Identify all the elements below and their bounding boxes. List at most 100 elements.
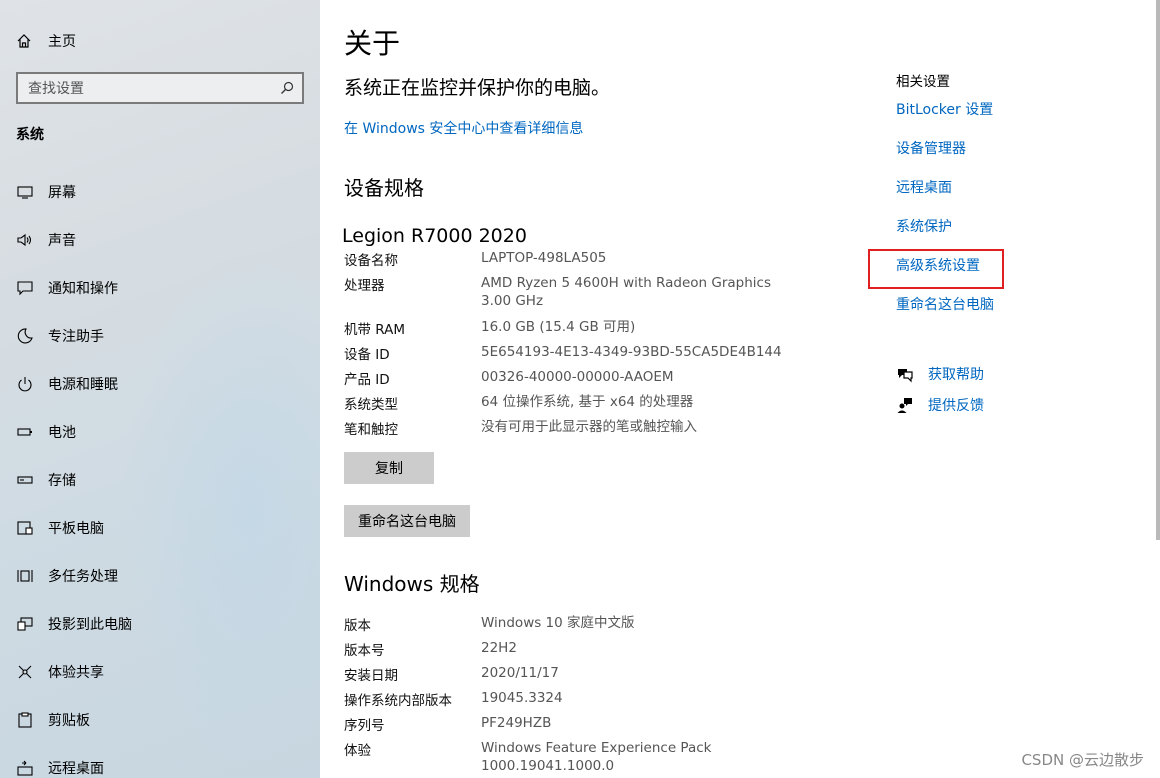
spec-key: 版本号 [344, 643, 385, 659]
sidebar-item-label: 多任务处理 [48, 569, 118, 585]
spec-key: 操作系统内部版本 [344, 693, 452, 709]
sidebar-item-power[interactable]: 电源和睡眠 [0, 360, 320, 408]
spec-value: PF249HZB [481, 715, 552, 731]
spec-value: LAPTOP-498LA505 [481, 250, 607, 266]
spec-value-line: 1000.19041.1000.0 [481, 758, 615, 774]
sidebar-item-label: 通知和操作 [48, 281, 118, 297]
spec-row: 安装日期 2020/11/17 [344, 664, 844, 689]
sidebar-section-title: 系统 [16, 127, 44, 143]
sidebar-item-label: 远程桌面 [48, 761, 104, 777]
spec-row: 序列号 PF249HZB [344, 714, 844, 739]
device-spec-table: 设备名称 LAPTOP-498LA505 处理器 AMD Ryzen 5 460… [344, 249, 844, 443]
feedback-link[interactable]: 提供反馈 [928, 395, 984, 415]
spec-row: 体验 Windows Feature Experience Pack 1000.… [344, 739, 844, 778]
sidebar-item-storage[interactable]: 存储 [0, 456, 320, 504]
spec-row: 版本号 22H2 [344, 639, 844, 664]
storage-icon [17, 476, 33, 484]
sidebar-item-focus-assist[interactable]: 专注助手 [0, 312, 320, 360]
moon-icon [17, 328, 33, 344]
notification-icon [17, 281, 33, 296]
spec-key: 序列号 [344, 718, 385, 734]
watermark: CSDN @云边散步 [1021, 751, 1144, 769]
scrollbar[interactable] [1156, 0, 1160, 540]
spec-value: 2020/11/17 [481, 665, 559, 681]
battery-icon [17, 428, 32, 436]
search-placeholder: 查找设置 [28, 81, 84, 97]
help-section: 获取帮助 提供反馈 [896, 358, 984, 420]
spec-key: 体验 [344, 743, 371, 759]
related-settings: 相关设置 BitLocker 设置 设备管理器 远程桌面 系统保护 高级系统设置… [896, 70, 994, 333]
clipboard-icon [18, 712, 32, 728]
sidebar-item-multitasking[interactable]: 多任务处理 [0, 552, 320, 600]
spec-row: 处理器 AMD Ryzen 5 4600H with Radeon Graphi… [344, 274, 844, 318]
spec-value: 00326-40000-00000-AAOEM [481, 369, 674, 385]
protection-status-text: 系统正在监控并保护你的电脑。 [344, 77, 611, 99]
sidebar-nav-list: 屏幕 声音 通知和操作 专注助手 电源和睡眠 电池 存储 平板电脑 多任务处理 … [0, 168, 320, 778]
get-help-link[interactable]: 获取帮助 [928, 364, 984, 384]
spec-row: 操作系统内部版本 19045.3324 [344, 689, 844, 714]
sidebar-item-label: 投影到此电脑 [48, 617, 132, 633]
rename-pc-button[interactable]: 重命名这台电脑 [344, 505, 470, 537]
device-model: Legion R7000 2020 [342, 225, 527, 247]
spec-row: 设备名称 LAPTOP-498LA505 [344, 249, 844, 274]
spec-row: 笔和触控 没有可用于此显示器的笔或触控输入 [344, 418, 844, 443]
spec-value: AMD Ryzen 5 4600H with Radeon Graphics 3… [481, 274, 771, 318]
sidebar-item-sound[interactable]: 声音 [0, 216, 320, 264]
sidebar-item-label: 屏幕 [48, 185, 76, 201]
spec-row: 系统类型 64 位操作系统, 基于 x64 的处理器 [344, 393, 844, 418]
windows-spec-heading: Windows 规格 [344, 572, 480, 596]
spec-key: 设备 ID [344, 347, 390, 363]
remote-desktop-link[interactable]: 远程桌面 [896, 177, 994, 216]
sidebar-item-project[interactable]: 投影到此电脑 [0, 600, 320, 648]
bitlocker-settings-link[interactable]: BitLocker 设置 [896, 99, 994, 138]
spec-row: 设备 ID 5E654193-4E13-4349-93BD-55CA5DE4B1… [344, 343, 844, 368]
sidebar-item-notifications[interactable]: 通知和操作 [0, 264, 320, 312]
speaker-icon [17, 233, 32, 247]
spec-key: 系统类型 [344, 397, 398, 413]
windows-spec-table: 版本 Windows 10 家庭中文版 版本号 22H2 安装日期 2020/1… [344, 614, 844, 778]
page-title: 关于 [344, 27, 401, 60]
search-icon[interactable] [280, 81, 294, 95]
spec-value-line: 3.00 GHz [481, 293, 544, 309]
get-help-row[interactable]: 获取帮助 [896, 358, 984, 389]
spec-value: 19045.3324 [481, 690, 563, 706]
security-center-link[interactable]: 在 Windows 安全中心中查看详细信息 [344, 118, 583, 138]
search-input[interactable]: 查找设置 [16, 72, 304, 104]
spec-key: 安装日期 [344, 668, 398, 684]
main-content: 关于 系统正在监控并保护你的电脑。 在 Windows 安全中心中查看详细信息 … [320, 0, 1160, 778]
sidebar-item-clipboard[interactable]: 剪贴板 [0, 696, 320, 744]
get-help-icon [898, 368, 913, 382]
spec-key: 机带 RAM [344, 322, 406, 338]
spec-key: 产品 ID [344, 372, 390, 388]
spec-value: 5E654193-4E13-4349-93BD-55CA5DE4B144 [481, 344, 782, 360]
nav-home[interactable]: 主页 [16, 28, 76, 54]
spec-key: 处理器 [344, 278, 385, 294]
spec-value: Windows 10 家庭中文版 [481, 615, 635, 631]
sidebar-item-label: 存储 [48, 473, 76, 489]
sidebar-item-battery[interactable]: 电池 [0, 408, 320, 456]
device-manager-link[interactable]: 设备管理器 [896, 138, 994, 177]
nav-home-label: 主页 [48, 34, 76, 50]
share-icon [18, 665, 32, 679]
feedback-row[interactable]: 提供反馈 [896, 389, 984, 420]
sidebar-item-tablet[interactable]: 平板电脑 [0, 504, 320, 552]
sidebar-item-label: 平板电脑 [48, 521, 104, 537]
rename-pc-link[interactable]: 重命名这台电脑 [896, 294, 994, 333]
spec-value-line: Windows Feature Experience Pack [481, 740, 712, 756]
sidebar-item-label: 专注助手 [48, 329, 104, 345]
power-icon [18, 377, 32, 392]
spec-row: 机带 RAM 16.0 GB (15.4 GB 可用) [344, 318, 844, 343]
spec-value: 没有可用于此显示器的笔或触控输入 [481, 419, 697, 435]
spec-value: 22H2 [481, 640, 517, 656]
spec-value: Windows Feature Experience Pack 1000.190… [481, 739, 711, 778]
spec-key: 版本 [344, 618, 371, 634]
spec-row: 版本 Windows 10 家庭中文版 [344, 614, 844, 639]
spec-key: 设备名称 [344, 253, 398, 269]
sidebar-item-remote-desktop[interactable]: 远程桌面 [0, 744, 320, 778]
spec-key: 笔和触控 [344, 422, 398, 438]
project-icon [17, 617, 33, 631]
sidebar-item-display[interactable]: 屏幕 [0, 168, 320, 216]
sidebar: 主页 查找设置 系统 屏幕 声音 通知和操作 专注助手 电源和睡眠 电池 存储 … [0, 0, 320, 778]
copy-button[interactable]: 复制 [344, 452, 434, 484]
sidebar-item-shared-experiences[interactable]: 体验共享 [0, 648, 320, 696]
